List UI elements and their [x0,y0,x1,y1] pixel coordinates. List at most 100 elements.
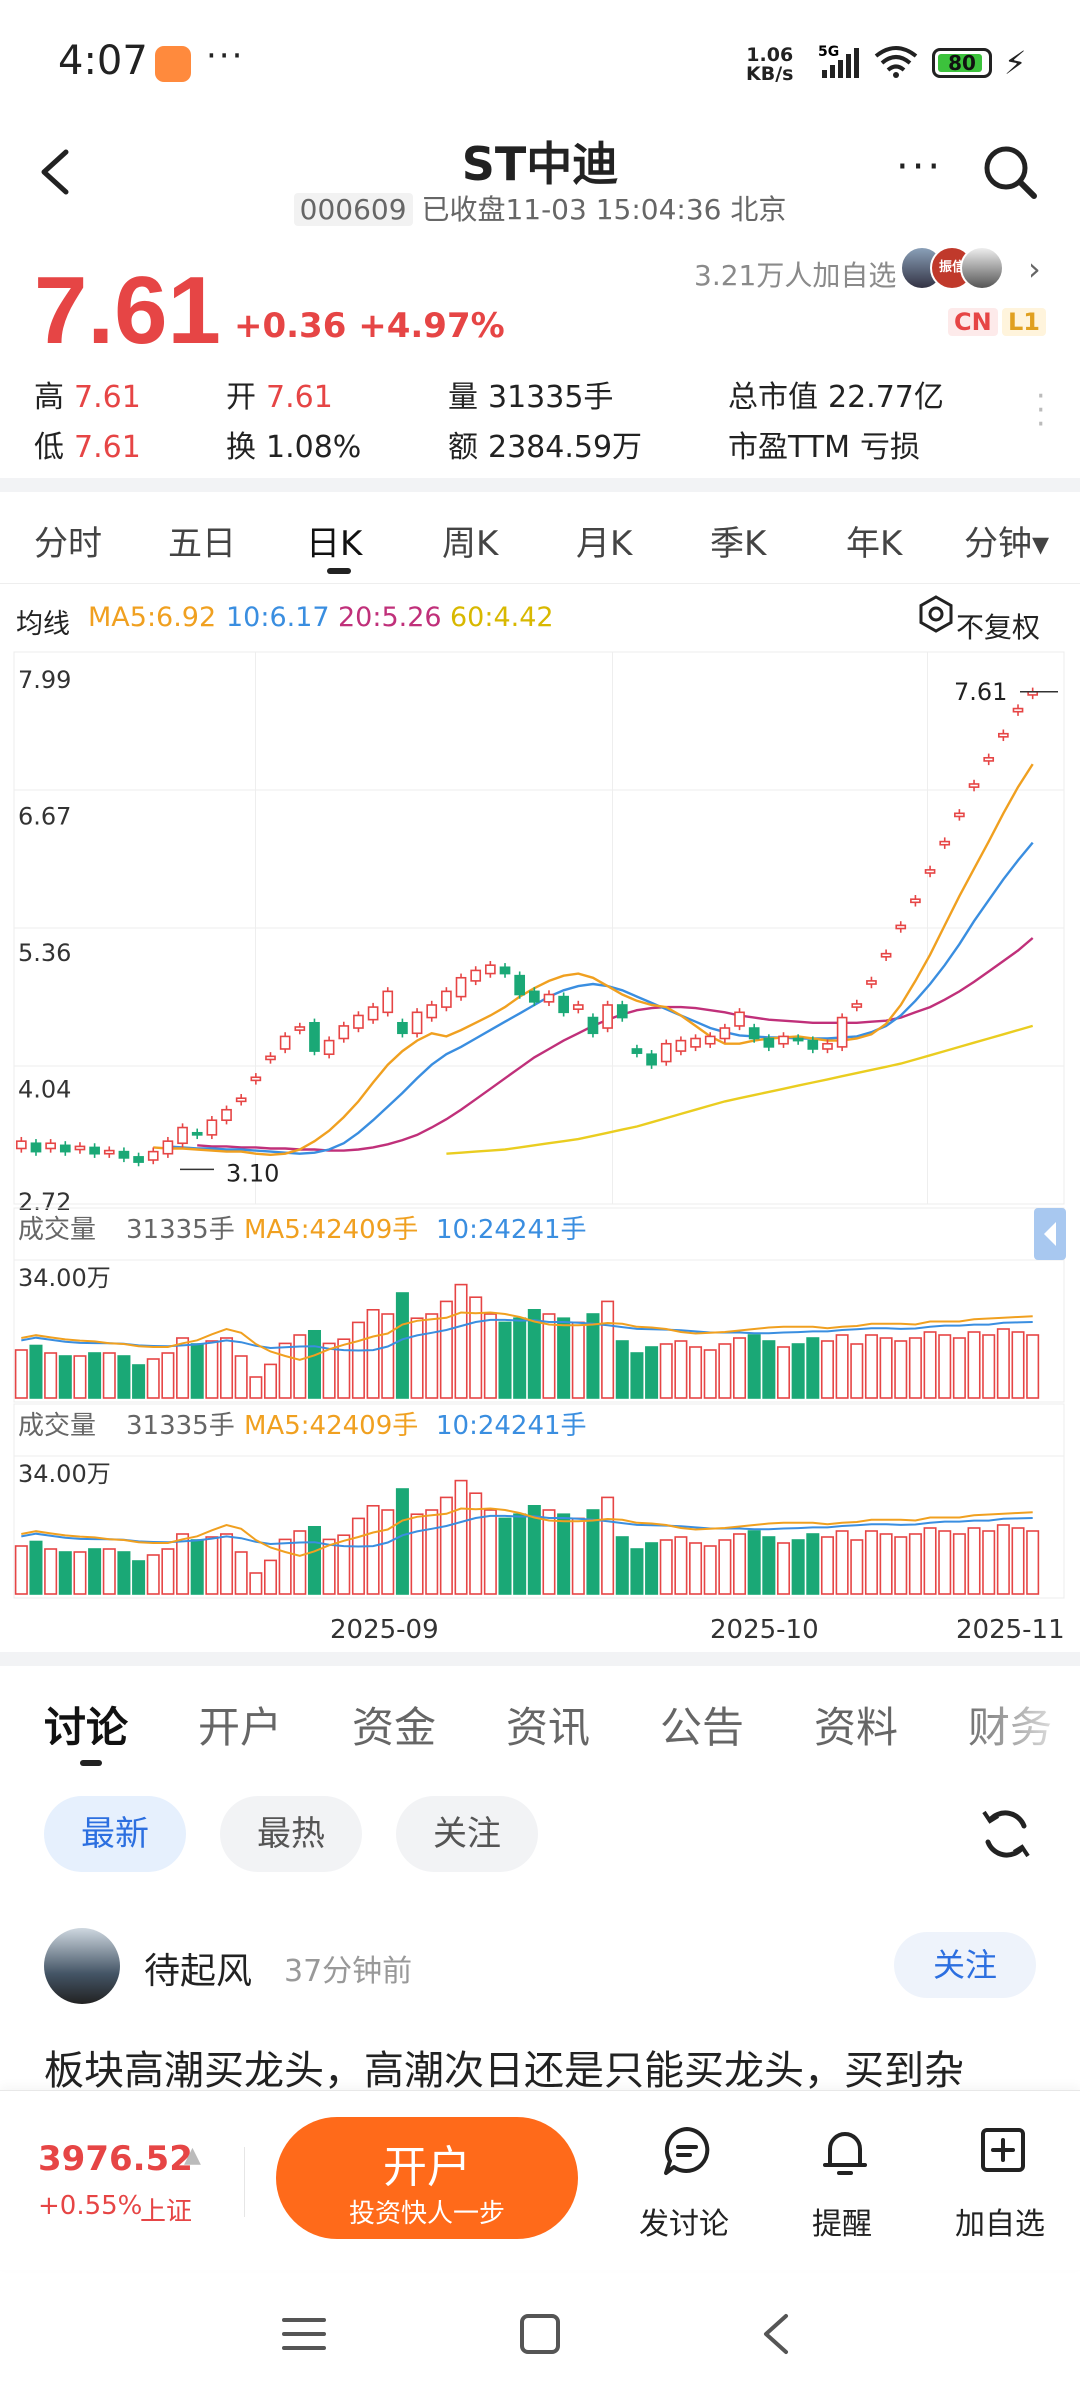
post-discussion-label: 发讨论 [639,2207,729,2242]
adjust-toggle[interactable]: 不复权 [916,594,1040,644]
tab-intraday[interactable]: 分时 [34,516,102,565]
open-account-button[interactable]: 开户 投资快人一步 [276,2117,578,2239]
tab-five-day[interactable]: 五日 [168,516,236,565]
volume-ymax: 34.00万 [18,1460,111,1488]
volume-bar [190,1539,204,1595]
tab-discussion[interactable]: 讨论 [44,1694,128,1755]
candle [367,1006,379,1021]
filter-following[interactable]: 关注 [396,1796,538,1872]
volume-bar [776,1542,791,1595]
tab-daily-k[interactable]: 日K [306,516,362,565]
stat-value: 7.61 [266,380,333,415]
candle [309,1021,320,1052]
candle [1012,707,1024,713]
candle [470,969,482,982]
discussion-post[interactable]: 待起风 37分钟前 关注 板块高潮买龙头，高潮次日还是只能买龙头，买到杂 [0,1920,1080,2094]
candle [748,1027,760,1040]
search-button[interactable] [980,142,1040,206]
candle [763,1037,775,1048]
back-icon[interactable] [756,2312,796,2356]
stat-label: 高 [34,380,64,415]
candle [968,783,980,788]
tab-yearly-k[interactable]: 年K [846,516,902,565]
volume-bar [791,1343,805,1399]
stat-label: 换 [226,430,256,465]
volume-bar [747,1530,761,1595]
x-axis-labels: 2025-09 2025-10 2025-11 [330,1615,1065,1645]
tab-announcements[interactable]: 公告 [660,1694,744,1755]
tab-quarterly-k[interactable]: 季K [710,516,766,565]
post-author[interactable]: 待起风 [144,1942,252,1994]
candle [250,1076,262,1082]
more-stats-icon[interactable]: · · · [1036,382,1046,440]
volume-bar [190,1343,204,1399]
stat-open: 开 7.61 [226,372,333,416]
refresh-button[interactable] [976,1804,1036,1868]
filter-hottest[interactable]: 最热 [220,1796,362,1872]
section-divider [0,478,1080,492]
ma-lines [153,763,1034,1157]
stat-value: 亏损 [860,430,921,465]
candle [279,1035,291,1050]
volume-bar [351,1321,365,1399]
volume-bar [557,1317,571,1399]
candle [103,1149,115,1155]
ma60-line [446,1024,1034,1155]
volume-bar [176,1337,190,1399]
candle [118,1150,130,1159]
candle [485,964,496,975]
volume-bar [703,1545,717,1595]
volume-label: 成交量 [18,1411,96,1441]
volume-bar [733,1337,747,1399]
volume-bar [395,1292,409,1399]
tab-weekly-k[interactable]: 周K [442,516,498,565]
more-options-button[interactable]: ··· [896,144,943,190]
cn-badge[interactable]: CN [948,308,998,336]
candle [411,1011,423,1035]
kline-chart[interactable]: 7.99 6.67 5.36 4.04 2.72 7.61 3.10 成交量 31335手 M… [0,648,1080,1648]
current-price: 7.61 [34,257,221,364]
ma60-value: 60:4.42 [450,602,554,633]
post-text[interactable]: 板块高潮买龙头，高潮次日还是只能买龙头，买到杂 [44,2038,1044,2096]
menu-icon[interactable] [282,2314,326,2354]
tab-profile[interactable]: 资料 [814,1694,898,1755]
l1-badge[interactable]: L1 [1002,308,1046,336]
candle [734,1011,745,1027]
volume-bar [88,1548,102,1595]
triangle-up-icon: ▲ [184,2143,201,2168]
net-speed-unit: KB/s [746,63,794,85]
filter-latest[interactable]: 最新 [44,1796,186,1872]
tab-funds[interactable]: 资金 [352,1694,436,1755]
volume-bar [820,1340,834,1399]
watcher-avatars[interactable]: 振信 [900,246,1010,294]
bottom-action-bar: 3976.52 ▲ +0.55% 上证 开户 投资快人一步 发讨论 提醒 加自选 [0,2090,1080,2270]
volume-bar [278,1342,292,1399]
tab-news[interactable]: 资讯 [506,1694,590,1755]
tab-open-account[interactable]: 开户 [198,1694,282,1755]
candle [353,1014,364,1029]
search-icon [984,146,1037,199]
candle [602,1004,613,1029]
index-value[interactable]: 3976.52 [38,2139,193,2179]
avatar[interactable] [44,1928,120,2004]
volume-ma5: MA5:42409手 [244,1215,418,1245]
chevron-right-icon[interactable]: › [1028,250,1041,288]
stat-low: 低 7.61 [34,422,141,466]
volume-bar [117,1355,131,1399]
candle [983,756,995,762]
volume-bar [14,1545,28,1595]
volume-bar [425,1313,439,1399]
volume-bar [483,1509,497,1595]
volume-ma10: 10:24241手 [436,1215,587,1245]
volume-bar [1026,1334,1040,1399]
stat-value: 31335手 [488,380,614,415]
tab-minute[interactable]: 分钟▾ [964,516,1049,565]
follow-button[interactable]: 关注 [894,1932,1036,1998]
candle [646,1053,657,1066]
tab-monthly-k[interactable]: 月K [576,516,632,565]
sort-filters: 最新 最热 关注 [0,1796,1080,1876]
watchers-count[interactable]: 3.21万人加自选 [694,254,896,294]
stat-value: 1.08% [266,430,362,465]
volume-bar [14,1349,28,1399]
home-icon[interactable] [518,2312,562,2356]
